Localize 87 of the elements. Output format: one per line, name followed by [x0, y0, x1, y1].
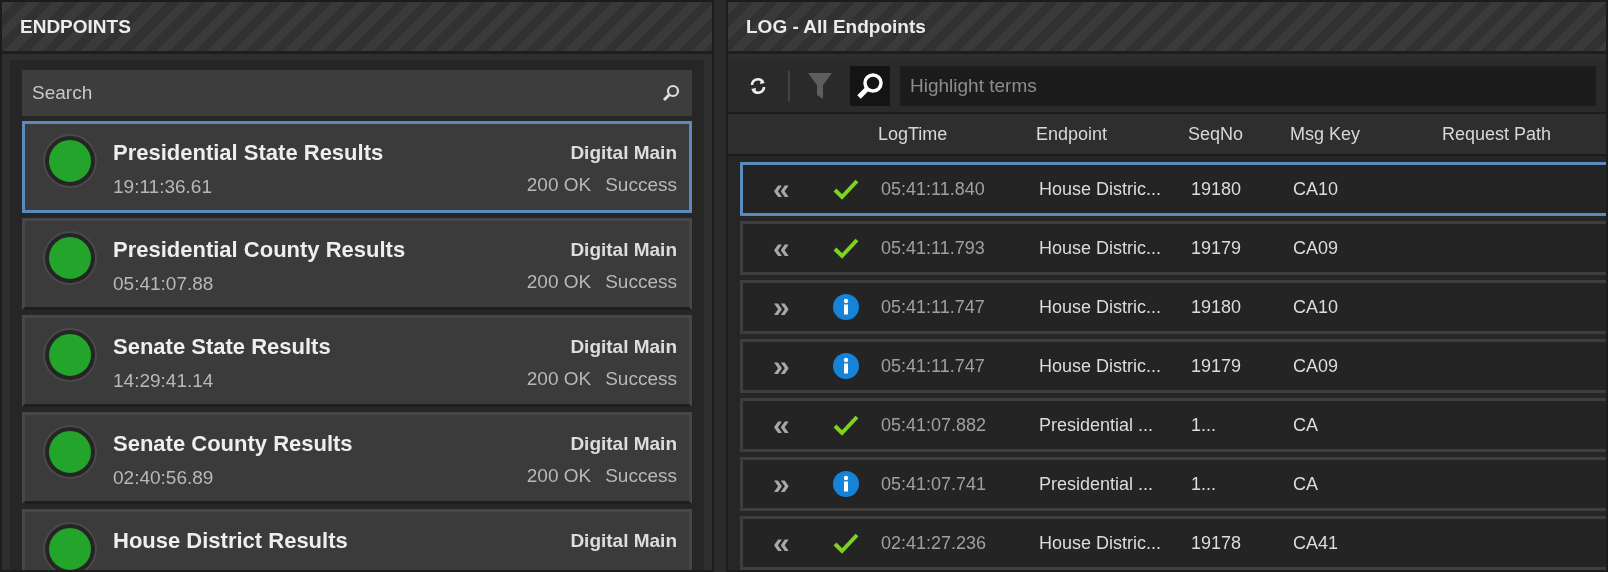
endpoint-item[interactable]: Senate State Results 14:29:41.14 Digital Main 200 OK Success	[22, 315, 692, 407]
status-code: 200 OK	[526, 368, 592, 390]
endpoint-name: Senate State Results	[113, 334, 332, 360]
direction-arrow: »	[773, 469, 790, 499]
status-code: 200 OK	[526, 174, 592, 196]
direction-arrow: »	[773, 351, 790, 381]
endpoint-item[interactable]: Presidential County Results 05:41:07.88 Digital Main 200 OK Success	[22, 218, 692, 310]
seq-cell-text: 19180	[1191, 178, 1243, 200]
log-row[interactable]: « 05:41:07.882 Presidential ... 1... CA	[740, 398, 1606, 452]
endpoint-cell-text: House Distric...	[1039, 355, 1163, 377]
endpoint-name: Presidential County Results	[113, 237, 407, 263]
endpoint-name: Presidential State Results	[113, 140, 385, 166]
seq-cell-text: 19178	[1191, 532, 1243, 554]
direction-arrow: «	[773, 410, 790, 440]
endpoint-item[interactable]: Senate County Results 02:40:56.89 Digital Main 200 OK Success	[22, 412, 692, 504]
endpoint-cell-text: House Distric...	[1039, 178, 1163, 200]
endpoint-channel: Digital Main	[570, 239, 677, 261]
column-header[interactable]: SeqNo	[1188, 123, 1290, 145]
endpoint-cell-text: House Distric...	[1039, 296, 1163, 318]
search-field[interactable]: Search	[22, 70, 692, 116]
endpoint-item[interactable]: Presidential State Results 19:11:36.61 Digital Main 200 OK Success	[22, 121, 692, 213]
status-light	[45, 330, 95, 380]
log-row[interactable]: « 05:41:11.840 House Distric... 19180 CA10	[740, 162, 1606, 216]
refresh-icon	[748, 76, 768, 96]
endpoint-cell-text: Presidential ...	[1039, 473, 1155, 495]
msg-key-cell-text: CA	[1293, 414, 1319, 436]
log-time: 05:41:07.882	[881, 414, 988, 436]
status-result: Success	[605, 368, 677, 390]
endpoint-time: 05:41:07.88	[113, 273, 215, 295]
log-row[interactable]: » 05:41:11.747 House Distric... 19179 CA09	[740, 339, 1606, 393]
endpoint-item[interactable]: House District Results Digital Main	[22, 509, 692, 570]
msg-key-cell-text: CA41	[1293, 532, 1340, 554]
status-light	[45, 233, 95, 283]
status-code: 200 OK	[526, 465, 592, 487]
endpoint-name: House District Results	[113, 528, 349, 554]
filter-icon	[807, 71, 833, 101]
log-time: 05:41:11.747	[881, 355, 986, 377]
endpoint-time: 02:40:56.89	[113, 467, 215, 489]
column-header[interactable]: Msg Key	[1290, 123, 1442, 145]
panel-title: LOG - All Endpoints	[746, 15, 926, 38]
log-time: 05:41:11.840	[881, 178, 986, 200]
search-icon	[662, 84, 680, 102]
status-light	[45, 136, 95, 186]
highlight-field[interactable]: Highlight terms	[900, 66, 1596, 106]
msg-key-cell-text: CA10	[1293, 178, 1340, 200]
endpoint-channel: Digital Main	[570, 433, 677, 455]
status-result: Success	[605, 465, 677, 487]
seq-cell-text: 19179	[1191, 237, 1243, 259]
endpoint-channel: Digital Main	[570, 142, 677, 164]
status-code: 200 OK	[526, 271, 592, 293]
direction-arrow: «	[773, 233, 790, 263]
log-time: 02:41:27.236	[881, 532, 988, 554]
column-header[interactable]: Endpoint	[1036, 123, 1188, 145]
log-time: 05:41:11.747	[881, 296, 986, 318]
endpoint-time: 19:11:36.61	[113, 176, 213, 198]
endpoint-cell-text: House Distric...	[1039, 532, 1163, 554]
endpoint-channel: Digital Main	[570, 336, 677, 358]
log-time: 05:41:11.793	[881, 237, 986, 259]
seq-cell-text: 19180	[1191, 296, 1243, 318]
msg-key-cell-text: CA09	[1293, 237, 1340, 259]
direction-arrow: «	[773, 174, 790, 204]
endpoint-cell-text: Presidential ...	[1039, 414, 1155, 436]
panel-title: ENDPOINTS	[20, 15, 131, 38]
log-row[interactable]: « 05:41:11.793 House Distric... 19179 CA09	[740, 221, 1606, 275]
column-header[interactable]: LogTime	[878, 123, 1036, 145]
log-row[interactable]: « 02:41:27.236 House Distric... 19178 CA41	[740, 516, 1606, 570]
msg-key-cell-text: CA09	[1293, 355, 1340, 377]
column-header[interactable]: Request Path	[1442, 123, 1606, 145]
status-result: Success	[605, 174, 677, 196]
log-row[interactable]: » 05:41:11.747 House Distric... 19180 CA10	[740, 280, 1606, 334]
search-icon	[855, 71, 885, 101]
search-button[interactable]	[850, 66, 890, 106]
msg-key-cell-text: CA10	[1293, 296, 1340, 318]
log-time: 05:41:07.741	[881, 473, 988, 495]
status-light	[45, 427, 95, 477]
seq-cell-text: 1...	[1191, 414, 1217, 436]
endpoint-time: 14:29:41.14	[113, 370, 215, 392]
direction-arrow: «	[773, 528, 790, 558]
endpoint-name: Senate County Results	[113, 431, 354, 457]
endpoint-cell-text: House Distric...	[1039, 237, 1163, 259]
endpoint-channel: Digital Main	[570, 530, 677, 552]
status-result: Success	[605, 271, 677, 293]
direction-arrow: »	[773, 292, 790, 322]
seq-cell-text: 19179	[1191, 355, 1243, 377]
log-row[interactable]: » 05:41:07.741 Presidential ... 1... CA	[740, 457, 1606, 511]
seq-cell-text: 1...	[1191, 473, 1217, 495]
msg-key-cell-text: CA	[1293, 473, 1319, 495]
